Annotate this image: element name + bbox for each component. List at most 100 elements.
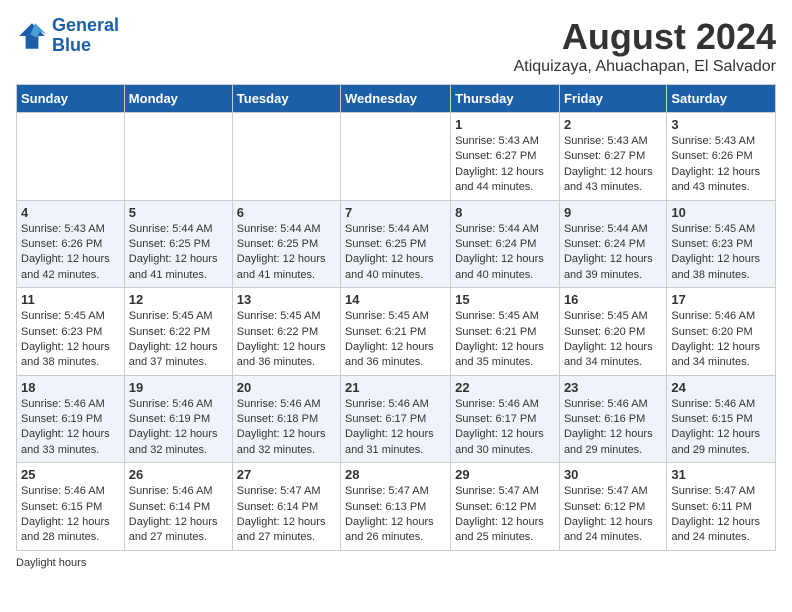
calendar-cell: 21 Sunrise: 5:46 AMSunset: 6:17 PMDayligh… [341,375,451,463]
page-header: General Blue August 2024 Atiquizaya, Ahu… [16,16,776,76]
day-number: 16 [564,292,662,307]
day-number: 11 [21,292,120,307]
day-number: 23 [564,380,662,395]
day-number: 13 [237,292,336,307]
calendar-cell: 16 Sunrise: 5:45 AMSunset: 6:20 PMDayligh… [559,288,666,376]
day-number: 2 [564,117,662,132]
cell-details: Sunrise: 5:46 AMSunset: 6:17 PMDaylight:… [345,397,446,459]
day-number: 26 [129,467,228,482]
day-number: 10 [671,205,771,220]
day-number: 20 [237,380,336,395]
calendar-day-header: Tuesday [232,85,340,113]
calendar-cell: 7 Sunrise: 5:44 AMSunset: 6:25 PMDaylight… [341,200,451,288]
cell-details: Sunrise: 5:45 AMSunset: 6:22 PMDaylight:… [129,309,228,371]
calendar-week-row: 11 Sunrise: 5:45 AMSunset: 6:23 PMDayligh… [17,288,776,376]
calendar-cell: 12 Sunrise: 5:45 AMSunset: 6:22 PMDayligh… [124,288,232,376]
logo-line1: General [52,15,119,35]
day-number: 22 [455,380,555,395]
calendar-cell: 20Sunrise: 5:46 AMSunset: 6:18 PMDayligh… [232,375,340,463]
day-number: 17 [671,292,771,307]
calendar-cell: 17Sunrise: 5:46 AMSunset: 6:20 PMDayligh… [667,288,776,376]
cell-details: Sunrise: 5:44 AMSunset: 6:24 PMDaylight:… [455,222,555,284]
day-number: 31 [671,467,771,482]
calendar-table: SundayMondayTuesdayWednesdayThursdayFrid… [16,84,776,551]
cell-details: Sunrise: 5:45 AMSunset: 6:21 PMDaylight:… [455,309,555,371]
day-number: 19 [129,380,228,395]
day-number: 29 [455,467,555,482]
cell-details: Sunrise: 5:47 AMSunset: 6:12 PMDaylight:… [564,484,662,546]
title-block: August 2024 Atiquizaya, Ahuachapan, El S… [514,16,776,76]
cell-details: Sunrise: 5:46 AMSunset: 6:16 PMDaylight:… [564,397,662,459]
page-title: August 2024 [514,16,776,58]
cell-details: Sunrise: 5:47 AMSunset: 6:12 PMDaylight:… [455,484,555,546]
day-number: 24 [671,380,771,395]
day-number: 28 [345,467,446,482]
cell-details: Sunrise: 5:43 AMSunset: 6:27 PMDaylight:… [455,134,555,196]
calendar-cell: 27Sunrise: 5:47 AMSunset: 6:14 PMDayligh… [232,463,340,551]
calendar-cell: 26 Sunrise: 5:46 AMSunset: 6:14 PMDayligh… [124,463,232,551]
day-number: 30 [564,467,662,482]
calendar-header-row: SundayMondayTuesdayWednesdayThursdayFrid… [17,85,776,113]
calendar-day-header: Sunday [17,85,125,113]
day-number: 21 [345,380,446,395]
cell-details: Sunrise: 5:47 AMSunset: 6:14 PMDaylight:… [237,484,336,546]
calendar-week-row: 25Sunrise: 5:46 AMSunset: 6:15 PMDayligh… [17,463,776,551]
calendar-cell: 14 Sunrise: 5:45 AMSunset: 6:21 PMDayligh… [341,288,451,376]
cell-details: Sunrise: 5:44 AMSunset: 6:25 PMDaylight:… [237,222,336,284]
calendar-cell [341,113,451,201]
calendar-cell: 9 Sunrise: 5:44 AMSunset: 6:24 PMDaylight… [559,200,666,288]
logo: General Blue [16,16,119,56]
calendar-cell: 13 Sunrise: 5:45 AMSunset: 6:22 PMDayligh… [232,288,340,376]
calendar-cell: 25Sunrise: 5:46 AMSunset: 6:15 PMDayligh… [17,463,125,551]
calendar-cell: 18 Sunrise: 5:46 AMSunset: 6:19 PMDayligh… [17,375,125,463]
calendar-cell: 31Sunrise: 5:47 AMSunset: 6:11 PMDayligh… [667,463,776,551]
calendar-cell: 8Sunrise: 5:44 AMSunset: 6:24 PMDaylight… [451,200,560,288]
day-number: 6 [237,205,336,220]
cell-details: Sunrise: 5:44 AMSunset: 6:25 PMDaylight:… [345,222,446,284]
cell-details: Sunrise: 5:45 AMSunset: 6:21 PMDaylight:… [345,309,446,371]
cell-details: Sunrise: 5:43 AMSunset: 6:26 PMDaylight:… [671,134,771,196]
calendar-week-row: 1Sunrise: 5:43 AMSunset: 6:27 PMDaylight… [17,113,776,201]
logo-text: General Blue [52,16,119,56]
calendar-cell: 23 Sunrise: 5:46 AMSunset: 6:16 PMDayligh… [559,375,666,463]
cell-details: Sunrise: 5:43 AMSunset: 6:26 PMDaylight:… [21,222,120,284]
calendar-cell: 10Sunrise: 5:45 AMSunset: 6:23 PMDayligh… [667,200,776,288]
day-number: 18 [21,380,120,395]
day-number: 12 [129,292,228,307]
calendar-cell: 1Sunrise: 5:43 AMSunset: 6:27 PMDaylight… [451,113,560,201]
cell-details: Sunrise: 5:46 AMSunset: 6:19 PMDaylight:… [129,397,228,459]
day-number: 3 [671,117,771,132]
cell-details: Sunrise: 5:43 AMSunset: 6:27 PMDaylight:… [564,134,662,196]
calendar-cell: 30 Sunrise: 5:47 AMSunset: 6:12 PMDayligh… [559,463,666,551]
calendar-cell [232,113,340,201]
cell-details: Sunrise: 5:45 AMSunset: 6:23 PMDaylight:… [21,309,120,371]
calendar-week-row: 18 Sunrise: 5:46 AMSunset: 6:19 PMDayligh… [17,375,776,463]
day-number: 4 [21,205,120,220]
footer-note: Daylight hours [16,557,776,569]
logo-icon [16,20,48,52]
cell-details: Sunrise: 5:44 AMSunset: 6:24 PMDaylight:… [564,222,662,284]
calendar-cell: 28 Sunrise: 5:47 AMSunset: 6:13 PMDayligh… [341,463,451,551]
calendar-day-header: Friday [559,85,666,113]
day-number: 25 [21,467,120,482]
calendar-cell: 6 Sunrise: 5:44 AMSunset: 6:25 PMDaylight… [232,200,340,288]
calendar-cell: 24 Sunrise: 5:46 AMSunset: 6:15 PMDayligh… [667,375,776,463]
calendar-cell: 19 Sunrise: 5:46 AMSunset: 6:19 PMDayligh… [124,375,232,463]
calendar-day-header: Wednesday [341,85,451,113]
cell-details: Sunrise: 5:45 AMSunset: 6:22 PMDaylight:… [237,309,336,371]
footer-text: Daylight hours [16,557,86,569]
calendar-cell [17,113,125,201]
cell-details: Sunrise: 5:46 AMSunset: 6:14 PMDaylight:… [129,484,228,546]
calendar-week-row: 4 Sunrise: 5:43 AMSunset: 6:26 PMDaylight… [17,200,776,288]
cell-details: Sunrise: 5:46 AMSunset: 6:15 PMDaylight:… [671,397,771,459]
cell-details: Sunrise: 5:45 AMSunset: 6:20 PMDaylight:… [564,309,662,371]
cell-details: Sunrise: 5:46 AMSunset: 6:19 PMDaylight:… [21,397,120,459]
logo-line2: Blue [52,35,91,55]
calendar-cell: 15Sunrise: 5:45 AMSunset: 6:21 PMDayligh… [451,288,560,376]
cell-details: Sunrise: 5:47 AMSunset: 6:13 PMDaylight:… [345,484,446,546]
day-number: 7 [345,205,446,220]
day-number: 14 [345,292,446,307]
calendar-cell: 22Sunrise: 5:46 AMSunset: 6:17 PMDayligh… [451,375,560,463]
day-number: 9 [564,205,662,220]
calendar-day-header: Monday [124,85,232,113]
